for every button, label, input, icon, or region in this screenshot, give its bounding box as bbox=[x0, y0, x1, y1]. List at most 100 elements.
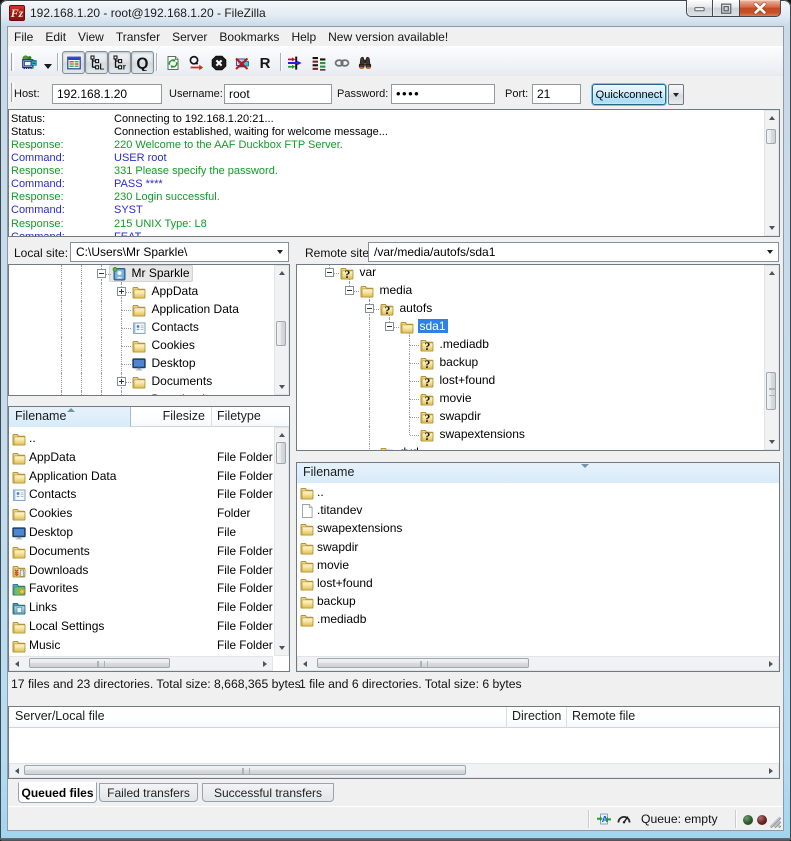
maximize-button[interactable] bbox=[713, 0, 740, 17]
scroll-right-button[interactable] bbox=[764, 764, 778, 777]
file-row-.mediadb[interactable]: .mediadb bbox=[297, 611, 779, 629]
tree-expander-minus[interactable] bbox=[325, 268, 334, 277]
tree-item-label[interactable]: Downloads bbox=[150, 392, 213, 396]
dropdown-arrow-icon[interactable] bbox=[42, 59, 54, 73]
vertical-scrollbar[interactable] bbox=[764, 265, 779, 450]
tree-item-desktop[interactable]: Desktop bbox=[9, 355, 289, 373]
transfer-type-icon[interactable]: A bbox=[596, 811, 612, 827]
tree-item-movie[interactable]: ?movie bbox=[297, 390, 779, 408]
quickconnect-button[interactable]: Quickconnect bbox=[592, 84, 666, 105]
remote-site-combo[interactable]: /var/media/autofs/sda1 bbox=[368, 242, 779, 262]
tree-item-label[interactable]: Cookies bbox=[150, 338, 197, 352]
tab-failed-transfers[interactable]: Failed transfers bbox=[99, 783, 198, 802]
tree-item-application-data[interactable]: Application Data bbox=[9, 301, 289, 319]
tree-item-autofs[interactable]: ?autofs bbox=[297, 300, 779, 318]
password-input[interactable]: •••• bbox=[391, 84, 495, 104]
menu-item-edit[interactable]: Edit bbox=[39, 28, 72, 46]
tree-item-label[interactable]: dvd bbox=[398, 445, 421, 451]
tree-item-label[interactable]: var bbox=[358, 265, 379, 279]
cancel-icon[interactable] bbox=[211, 55, 227, 71]
scroll-down-button[interactable] bbox=[765, 221, 778, 235]
file-row-swapdir[interactable]: swapdir bbox=[297, 539, 779, 557]
tree-item-label[interactable]: media bbox=[378, 283, 415, 297]
menu-item-file[interactable]: File bbox=[8, 28, 39, 46]
menu-item-bookmarks[interactable]: Bookmarks bbox=[213, 28, 285, 46]
file-row-appdata[interactable]: AppDataFile Folder bbox=[9, 449, 289, 468]
scrollbar-thumb[interactable] bbox=[24, 765, 466, 775]
scrollbar-thumb[interactable] bbox=[29, 658, 170, 668]
tree-item-label[interactable]: Application Data bbox=[150, 302, 241, 316]
close-button[interactable] bbox=[740, 0, 781, 17]
menu-item-help[interactable]: Help bbox=[285, 28, 322, 46]
toggle-log-view-icon[interactable] bbox=[62, 51, 85, 74]
tree-expander-minus[interactable] bbox=[345, 286, 354, 295]
horizontal-scrollbar[interactable] bbox=[297, 656, 779, 671]
tree-item-label[interactable]: AppData bbox=[150, 284, 201, 298]
tree-item-label[interactable]: movie bbox=[438, 391, 474, 405]
scroll-left-button[interactable] bbox=[10, 764, 24, 777]
tree-expander-minus[interactable] bbox=[97, 269, 106, 278]
tree-item-label[interactable]: swapdir bbox=[438, 409, 483, 423]
synchronized-browsing-icon[interactable] bbox=[334, 55, 350, 71]
horizontal-scrollbar[interactable] bbox=[9, 763, 779, 778]
horizontal-scrollbar[interactable] bbox=[9, 656, 273, 671]
resize-grip[interactable] bbox=[768, 815, 781, 828]
tab-successful-transfers[interactable]: Successful transfers bbox=[202, 783, 334, 802]
menu-item-view[interactable]: View bbox=[72, 28, 110, 46]
scroll-right-button[interactable] bbox=[764, 657, 778, 670]
file-row-local-settings[interactable]: Local SettingsFile Folder bbox=[9, 618, 289, 637]
scrollbar-thumb[interactable] bbox=[766, 129, 776, 144]
tree-expander-plus[interactable] bbox=[117, 377, 126, 386]
tree-item-appdata[interactable]: AppData bbox=[9, 283, 289, 301]
tree-item-label[interactable]: autofs bbox=[398, 301, 435, 315]
queue-column-remote-file[interactable]: Remote file bbox=[566, 707, 780, 728]
tree-item--mediadb[interactable]: ?.mediadb bbox=[297, 336, 779, 354]
tree-item-label[interactable]: swapextensions bbox=[438, 427, 527, 441]
scroll-down-button[interactable] bbox=[275, 380, 288, 394]
scroll-up-button[interactable] bbox=[765, 111, 778, 125]
vertical-scrollbar[interactable] bbox=[274, 265, 289, 395]
tree-expander-minus[interactable] bbox=[365, 304, 374, 313]
vertical-scrollbar[interactable] bbox=[274, 427, 289, 656]
file-row-..[interactable]: .. bbox=[297, 484, 779, 502]
scroll-up-button[interactable] bbox=[275, 266, 288, 280]
minimize-button[interactable] bbox=[686, 0, 713, 17]
tree-item-var[interactable]: ?var bbox=[297, 264, 779, 282]
file-row-documents[interactable]: DocumentsFile Folder bbox=[9, 543, 289, 562]
reconnect-icon[interactable]: R bbox=[257, 55, 273, 71]
port-input[interactable]: 21 bbox=[532, 84, 581, 104]
scroll-left-button[interactable] bbox=[298, 657, 312, 670]
vertical-scrollbar[interactable] bbox=[764, 110, 779, 236]
tab-queued-files[interactable]: Queued files bbox=[18, 782, 97, 803]
scroll-down-button[interactable] bbox=[275, 641, 288, 655]
tree-expander-plus[interactable] bbox=[117, 287, 126, 296]
file-row-favorites[interactable]: FavoritesFile Folder bbox=[9, 580, 289, 599]
tree-item-contacts[interactable]: Contacts bbox=[9, 319, 289, 337]
tree-item-label[interactable]: Contacts bbox=[150, 320, 201, 334]
scrollbar-thumb[interactable] bbox=[276, 442, 286, 464]
scroll-up-button[interactable] bbox=[275, 428, 288, 442]
file-row-links[interactable]: LinksFile Folder bbox=[9, 599, 289, 618]
directory-comparison-icon[interactable] bbox=[287, 55, 303, 71]
menu-item-transfer[interactable]: Transfer bbox=[110, 28, 166, 46]
tree-item-label[interactable]: Documents bbox=[150, 374, 215, 388]
process-queue-icon[interactable] bbox=[188, 55, 204, 71]
file-row-backup[interactable]: backup bbox=[297, 593, 779, 611]
tree-item-lost-found[interactable]: ?lost+found bbox=[297, 372, 779, 390]
file-row-contacts[interactable]: ContactsFile Folder bbox=[9, 486, 289, 505]
tree-item-swapextensions[interactable]: ?swapextensions bbox=[297, 426, 779, 444]
queue-column-server-local-file[interactable]: Server/Local file bbox=[9, 707, 506, 728]
column-divider[interactable] bbox=[211, 407, 212, 427]
tree-item-swapdir[interactable]: ?swapdir bbox=[297, 408, 779, 426]
tree-item-media[interactable]: media bbox=[297, 282, 779, 300]
speed-limit-icon[interactable] bbox=[616, 811, 632, 827]
scrollbar-thumb[interactable] bbox=[766, 372, 776, 410]
scroll-right-button[interactable] bbox=[258, 657, 272, 670]
comparison-lists-icon[interactable] bbox=[311, 55, 327, 71]
file-row-cookies[interactable]: CookiesFolder bbox=[9, 505, 289, 524]
scroll-left-button[interactable] bbox=[10, 657, 24, 670]
file-row-application-data[interactable]: Application DataFile Folder bbox=[9, 468, 289, 487]
file-search-icon[interactable] bbox=[357, 55, 373, 71]
file-row-desktop[interactable]: DesktopFile bbox=[9, 524, 289, 543]
tree-item-sda1[interactable]: sda1 bbox=[297, 318, 779, 336]
